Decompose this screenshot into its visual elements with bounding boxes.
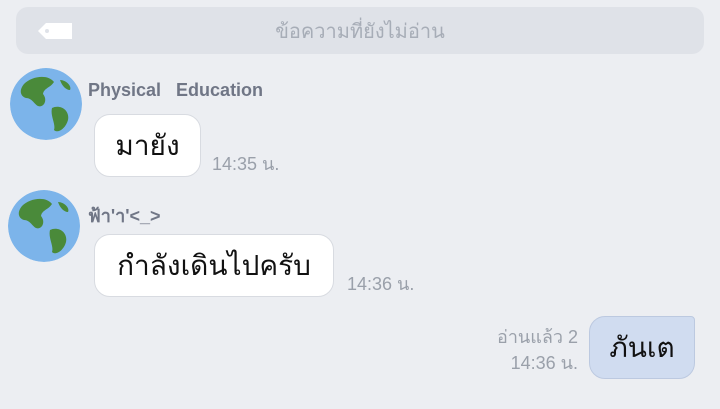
message-time: 14:35 น. (212, 154, 280, 174)
read-count-text: อ่านแล้ว 2 (497, 327, 578, 347)
sender-name[interactable]: Physical Education (88, 80, 263, 101)
unread-banner-text: ข้อความที่ยังไม่อ่าน (275, 18, 445, 43)
avatar[interactable] (10, 68, 82, 140)
read-status: อ่านแล้ว 2 14:36 น. (470, 324, 578, 376)
sender-name[interactable]: ฟ้า'า'<_> (88, 201, 161, 230)
unread-messages-bar[interactable]: ข้อความที่ยังไม่อ่าน (16, 7, 704, 54)
earth-globe-icon (10, 68, 82, 140)
message-time: 14:36 น. (347, 274, 415, 294)
message-time: 14:36 น. (510, 353, 578, 373)
earth-globe-icon (8, 190, 80, 262)
tag-icon (38, 23, 72, 39)
message-bubble[interactable]: กำลังเดินไปครับ (94, 234, 334, 297)
own-message-bubble[interactable]: ภันเต (589, 316, 695, 379)
message-bubble[interactable]: มายัง (94, 114, 201, 177)
avatar[interactable] (8, 190, 80, 262)
